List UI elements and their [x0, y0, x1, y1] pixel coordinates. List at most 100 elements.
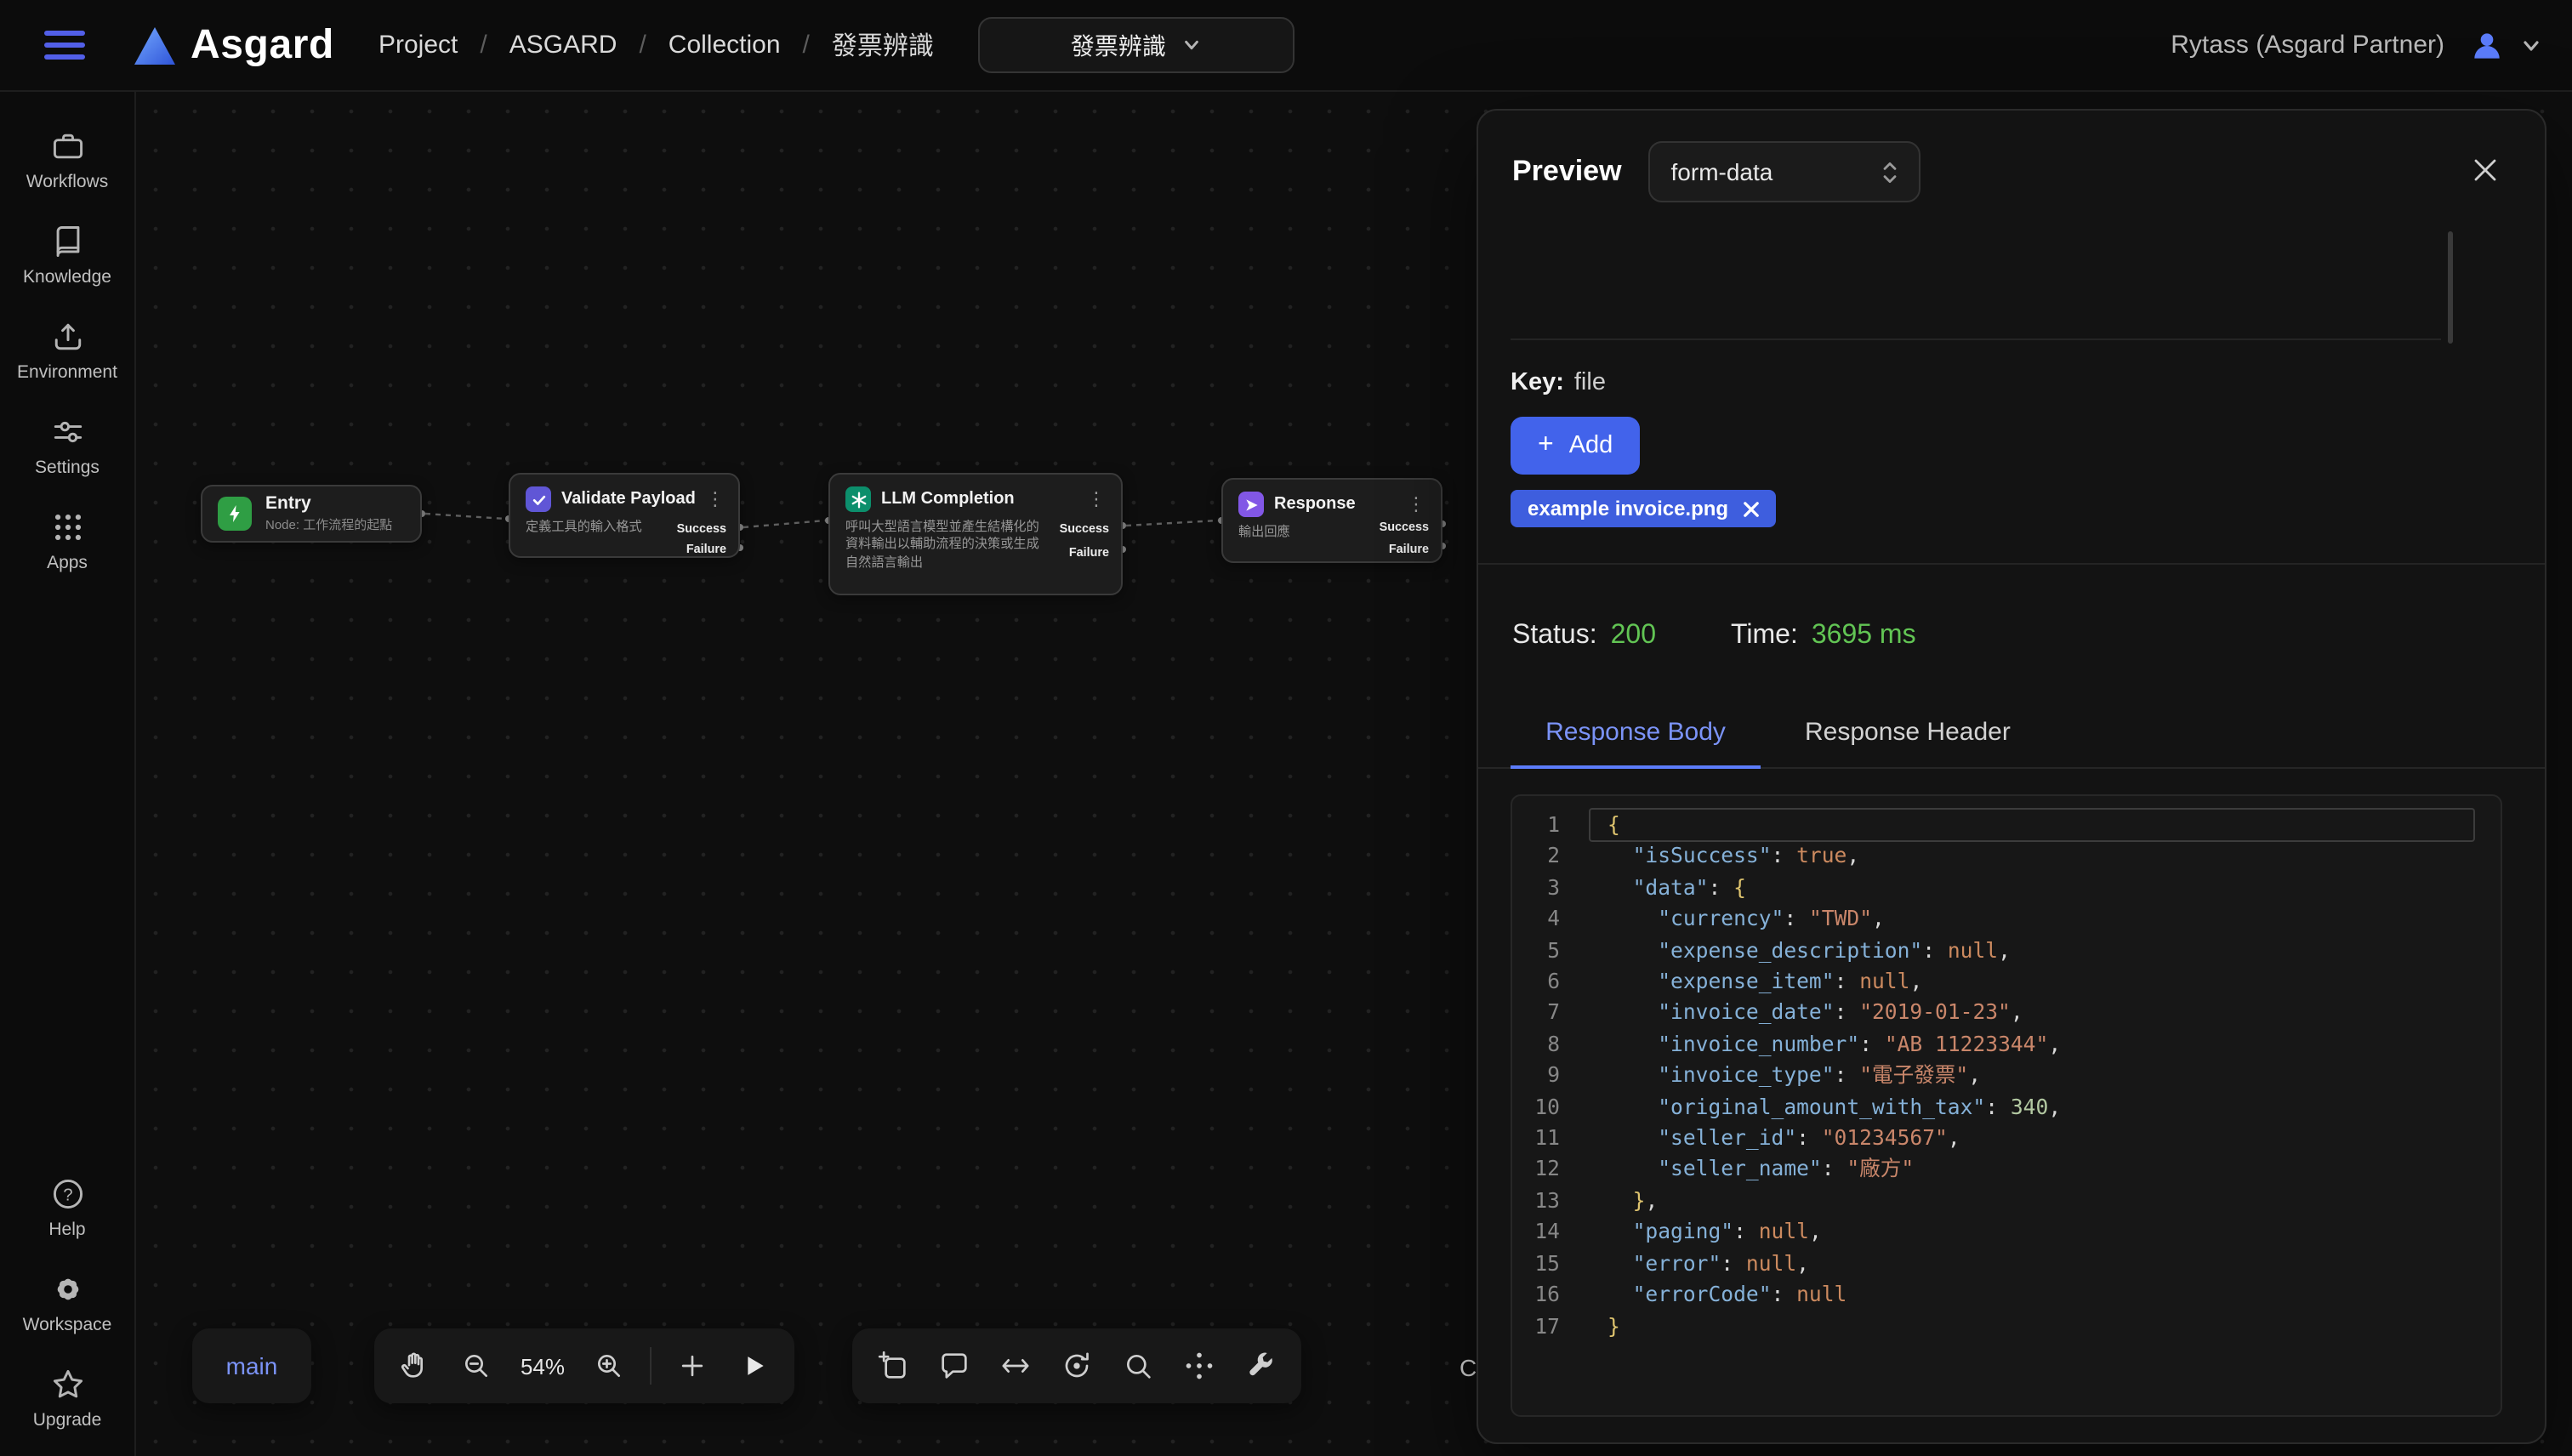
node-menu-icon[interactable]: ⋮ — [1087, 490, 1106, 509]
response-tabs: Response Body Response Header — [1478, 697, 2545, 769]
node-response[interactable]: Response ⋮ 輸出回應 Success Failure — [1221, 478, 1442, 563]
line-number: 7 — [1512, 998, 1590, 1029]
sidebar-item-upgrade[interactable]: Upgrade — [0, 1351, 134, 1446]
line-number: 15 — [1512, 1248, 1590, 1279]
run-button[interactable] — [725, 1337, 782, 1395]
code-line: 3 "data": { — [1512, 873, 2501, 904]
port-success-label[interactable]: Success — [1380, 519, 1429, 534]
file-chip-label: example invoice.png — [1528, 497, 1728, 520]
pan-button[interactable] — [386, 1337, 444, 1395]
code-line: 14 "paging": null, — [1512, 1217, 2501, 1248]
move-button[interactable] — [1170, 1337, 1228, 1395]
node-validate-payload[interactable]: Validate Payload ⋮ 定義工具的輸入格式 Success Fai… — [509, 473, 740, 558]
node-menu-icon[interactable]: ⋮ — [706, 490, 725, 509]
play-icon — [737, 1349, 771, 1383]
plus-icon: + — [1538, 432, 1554, 459]
chevron-down-icon — [1183, 36, 1202, 54]
tools-toolbar — [852, 1328, 1301, 1403]
comment-button[interactable] — [925, 1337, 983, 1395]
branch-button[interactable]: main — [192, 1328, 311, 1403]
content-type-select[interactable]: form-data — [1649, 141, 1921, 202]
code-line: 13 }, — [1512, 1186, 2501, 1217]
code-line: 11 "seller_id": "01234567", — [1512, 1123, 2501, 1154]
line-number: 1 — [1512, 810, 1590, 841]
brand[interactable]: Asgard — [133, 21, 334, 69]
sidebar-item-workspace[interactable]: Workspace — [0, 1255, 134, 1351]
code-line: 16 "errorCode": null — [1512, 1279, 2501, 1311]
validate-node-icon — [526, 486, 551, 512]
tools-button[interactable] — [1232, 1337, 1289, 1395]
account-menu[interactable]: Rytass (Asgard Partner) — [2171, 26, 2541, 64]
user-icon — [2468, 26, 2506, 64]
wrench-icon — [1243, 1349, 1277, 1383]
code-line: 5 "expense_description": null, — [1512, 935, 2501, 966]
sidebar-item-label: Apps — [47, 553, 88, 573]
node-menu-icon[interactable]: ⋮ — [1407, 495, 1425, 514]
line-number: 5 — [1512, 935, 1590, 966]
close-icon — [2473, 157, 2497, 181]
tab-response-header[interactable]: Response Header — [1805, 697, 2011, 767]
sidebar-item-help[interactable]: ? Help — [0, 1160, 134, 1255]
node-llm-completion[interactable]: LLM Completion ⋮ 呼叫大型語言模型並產生結構化的資料輸出以輔助流… — [828, 473, 1123, 595]
port-failure-label[interactable]: Failure — [1069, 544, 1109, 560]
add-node-button[interactable] — [864, 1337, 922, 1395]
file-chip[interactable]: example invoice.png — [1511, 490, 1776, 527]
line-number: 14 — [1512, 1217, 1590, 1248]
code-line: 4 "currency": "TWD", — [1512, 903, 2501, 935]
select-chevrons-icon — [1882, 159, 1899, 185]
response-node-icon — [1238, 492, 1264, 517]
environment-icon — [48, 318, 86, 355]
code-line: 7 "invoice_date": "2019-01-23", — [1512, 998, 2501, 1029]
line-number: 16 — [1512, 1279, 1590, 1311]
breadcrumb-current[interactable]: 發票辨識 — [832, 27, 934, 63]
line-number: 6 — [1512, 966, 1590, 998]
replay-icon — [1060, 1349, 1094, 1383]
sidebar-item-apps[interactable]: Apps — [0, 493, 134, 589]
sidebar-item-settings[interactable]: Settings — [0, 398, 134, 493]
fit-horizontal-button[interactable] — [987, 1337, 1044, 1395]
node-title: LLM Completion — [881, 490, 1015, 509]
response-body-code[interactable]: 1{2 "isSuccess": true,3 "data": {4 "curr… — [1511, 794, 2502, 1417]
chevron-down-icon — [2521, 35, 2541, 55]
replay-button[interactable] — [1048, 1337, 1106, 1395]
line-number: 11 — [1512, 1123, 1590, 1154]
workflow-select[interactable]: 發票辨識 — [978, 17, 1295, 73]
line-number: 3 — [1512, 873, 1590, 904]
breadcrumb-project[interactable]: Project — [378, 31, 458, 60]
scrollbar-thumb[interactable] — [2448, 231, 2453, 344]
llm-node-icon — [845, 486, 871, 512]
app: Asgard Project / ASGARD / Collection / 發… — [0, 0, 2572, 1456]
node-entry[interactable]: Entry Node: 工作流程的起點 — [201, 485, 422, 543]
sidebar-item-label: Workflows — [26, 172, 108, 192]
breadcrumb-asgard[interactable]: ASGARD — [509, 31, 617, 60]
preview-panel: Preview form-data Key:file + Add example… — [1477, 109, 2546, 1444]
port-failure-label[interactable]: Failure — [686, 541, 726, 556]
sidebar-item-environment[interactable]: Environment — [0, 303, 134, 398]
port-success-label[interactable]: Success — [677, 520, 726, 536]
add-file-button[interactable]: + Add — [1511, 417, 1640, 475]
port-failure-label[interactable]: Failure — [1389, 541, 1429, 556]
node-subtitle: Node: 工作流程的起點 — [265, 515, 392, 534]
remove-file-icon[interactable] — [1744, 501, 1759, 516]
code-line: 8 "invoice_number": "AB 11223344", — [1512, 1029, 2501, 1061]
close-button[interactable] — [2467, 151, 2504, 193]
add-button-label: Add — [1569, 432, 1613, 459]
port-success-label[interactable]: Success — [1060, 520, 1109, 536]
add-node-icon — [876, 1349, 910, 1383]
zoom-in-button[interactable] — [580, 1337, 638, 1395]
code-line: 6 "expense_item": null, — [1512, 966, 2501, 998]
tab-response-body[interactable]: Response Body — [1511, 697, 1761, 767]
add-button[interactable] — [663, 1337, 721, 1395]
search-button[interactable] — [1109, 1337, 1167, 1395]
sidebar-item-label: Environment — [17, 362, 117, 383]
zoom-toolbar: 54% — [374, 1328, 794, 1403]
zoom-out-button[interactable] — [447, 1337, 505, 1395]
line-number: 17 — [1512, 1311, 1590, 1342]
sidebar-item-workflows[interactable]: Workflows — [0, 112, 134, 208]
breadcrumb-separator: / — [803, 31, 810, 60]
knowledge-icon — [48, 223, 86, 260]
breadcrumb-collection[interactable]: Collection — [669, 31, 781, 60]
apps-icon — [48, 509, 86, 546]
menu-icon[interactable] — [44, 31, 85, 60]
sidebar-item-knowledge[interactable]: Knowledge — [0, 208, 134, 303]
